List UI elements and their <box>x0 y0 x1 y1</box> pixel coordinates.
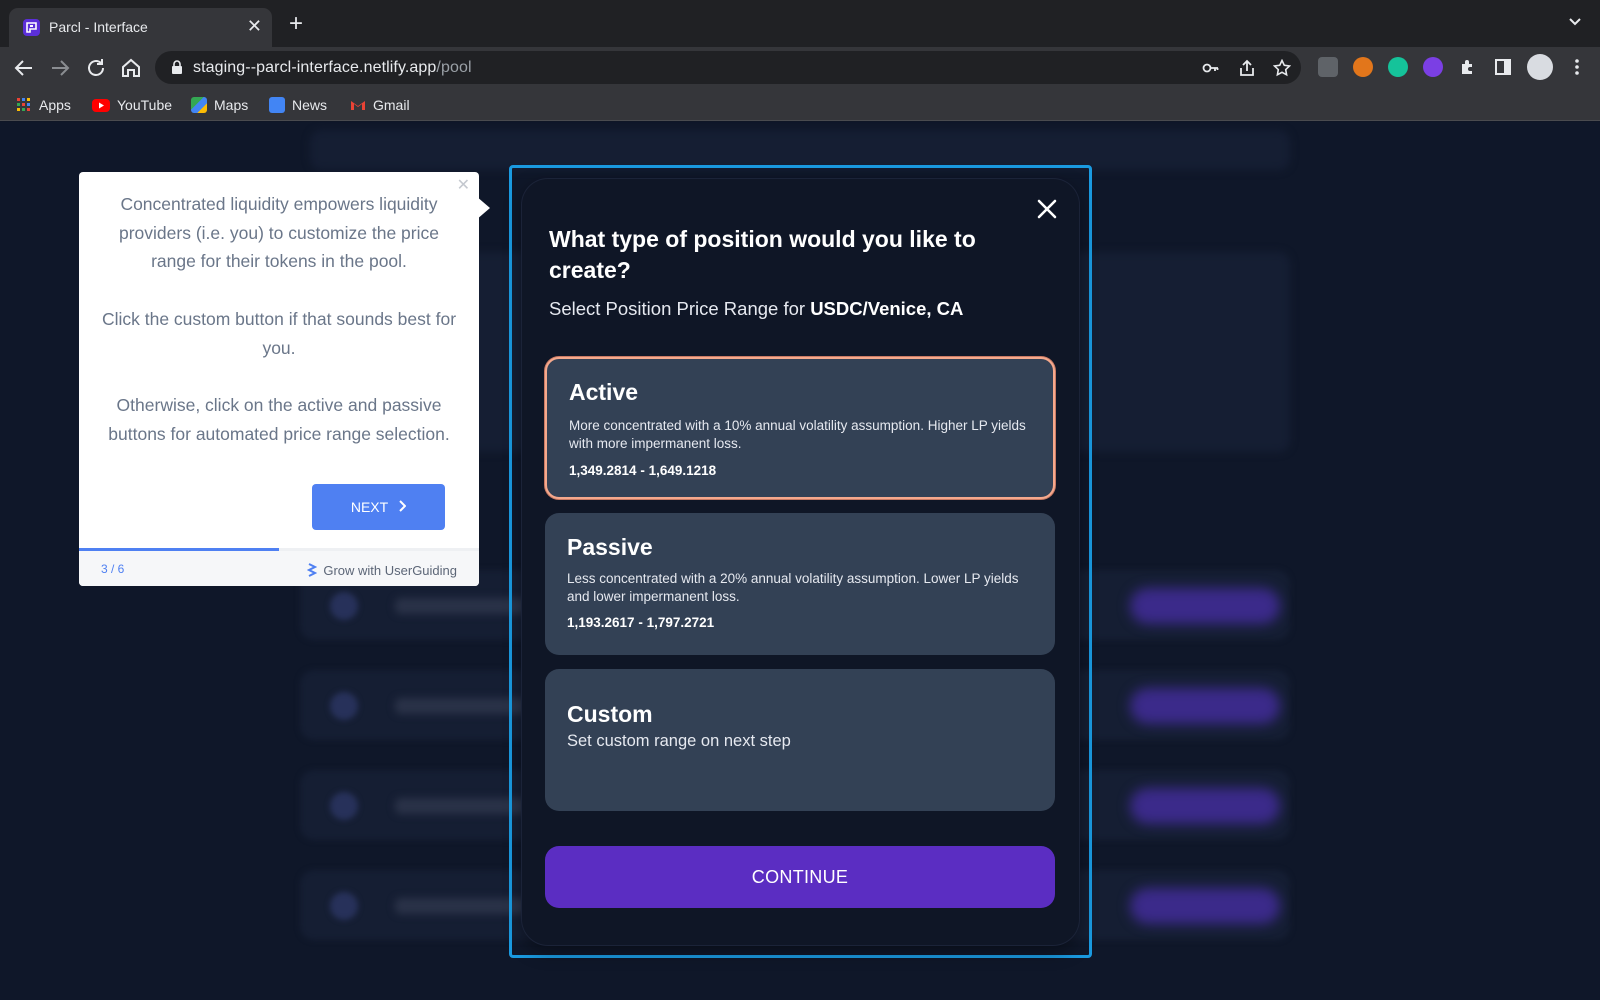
address-bar[interactable]: staging--parcl-interface.netlify.app/poo… <box>155 51 1301 84</box>
reload-icon[interactable] <box>84 56 108 80</box>
browser-tab[interactable]: Parcl - Interface ✕ <box>9 8 272 47</box>
option-price-range: 1,349.2814 - 1,649.1218 <box>569 463 717 478</box>
bookmark-news[interactable]: News <box>269 95 327 115</box>
subtitle-prefix: Select Position Price Range for <box>549 298 811 319</box>
option-active[interactable]: Active More concentrated with a 10% annu… <box>545 357 1055 499</box>
guide-next-button[interactable]: NEXT <box>312 484 445 530</box>
blurred-button <box>1130 688 1280 724</box>
option-passive[interactable]: Passive Less concentrated with a 20% ann… <box>545 513 1055 655</box>
tab-close-icon[interactable]: ✕ <box>247 16 262 36</box>
guide-paragraph: Otherwise, click on the active and passi… <box>108 394 450 444</box>
bookmark-gmail[interactable]: Gmail <box>350 95 410 115</box>
close-icon[interactable] <box>1036 198 1058 220</box>
blurred-token-icon <box>330 892 358 920</box>
bookmark-label: Gmail <box>373 97 410 113</box>
modal-title: What type of position would you like to … <box>549 226 976 283</box>
bookmark-label: Apps <box>39 97 71 113</box>
extension-calendar-icon[interactable] <box>1318 57 1338 77</box>
blurred-header <box>310 130 1290 170</box>
guide-step-counter: 3 / 6 <box>101 562 125 576</box>
new-tab-icon[interactable]: + <box>289 12 303 36</box>
bookmark-label: News <box>292 97 328 113</box>
bookmark-apps[interactable]: Apps <box>16 95 71 115</box>
option-description: Set custom range on next step <box>567 732 791 750</box>
option-name: Custom <box>567 701 653 727</box>
key-icon[interactable] <box>1202 59 1220 77</box>
tab-search-icon[interactable] <box>1568 14 1582 32</box>
blurred-button <box>1130 588 1280 624</box>
option-name: Active <box>569 379 639 405</box>
profile-avatar[interactable] <box>1527 54 1553 80</box>
metamask-fox-icon[interactable] <box>1353 57 1373 77</box>
blurred-button <box>1130 888 1280 924</box>
option-description: More concentrated with a 10% annual vola… <box>569 418 1026 451</box>
continue-button[interactable]: CONTINUE <box>545 846 1055 908</box>
guide-footer: 3 / 6 Grow with UserGuiding <box>79 551 479 586</box>
guide-paragraph: Concentrated liquidity empowers liquidit… <box>119 194 439 272</box>
youtube-icon <box>92 98 110 112</box>
bookmark-star-icon[interactable] <box>1272 58 1292 77</box>
share-icon[interactable] <box>1238 59 1256 77</box>
bookmarks-bar: Apps YouTube Maps News Gmail <box>0 89 1600 121</box>
userguiding-logo-icon <box>307 561 318 580</box>
apps-grid-icon <box>16 97 32 113</box>
back-arrow-icon[interactable] <box>12 56 36 80</box>
parcl-favicon-icon <box>23 19 40 36</box>
browser-tabstrip: Parcl - Interface ✕ + <box>0 0 1600 47</box>
option-description: Less concentrated with a 20% annual vola… <box>567 571 1019 604</box>
option-name: Passive <box>567 534 653 560</box>
url-text: staging--parcl-interface.netlify.app/poo… <box>193 59 472 77</box>
lock-icon <box>171 60 183 79</box>
chevron-right-icon <box>398 499 407 515</box>
option-price-range: 1,193.2617 - 1,797.2721 <box>567 615 715 630</box>
pool-pair-name: USDC/Venice, CA <box>810 298 964 319</box>
guide-body: Concentrated liquidity empowers liquidit… <box>99 190 459 477</box>
gmail-icon <box>350 97 366 113</box>
blurred-token-icon <box>330 792 358 820</box>
blurred-button <box>1130 788 1280 824</box>
url-path: /pool <box>436 59 472 76</box>
userguiding-tooltip: ✕ Concentrated liquidity empowers liquid… <box>79 172 479 586</box>
forward-arrow-icon[interactable] <box>48 56 72 80</box>
extensions-puzzle-icon[interactable] <box>1458 57 1478 77</box>
browser-toolbar: staging--parcl-interface.netlify.app/poo… <box>0 47 1600 89</box>
userguiding-brand-link[interactable]: Grow with UserGuiding <box>307 561 457 580</box>
guide-paragraph: Click the custom button if that sounds b… <box>101 308 457 358</box>
grammarly-icon[interactable] <box>1388 57 1408 77</box>
option-custom[interactable]: Custom Set custom range on next step <box>545 669 1055 811</box>
modal-subtitle: Select Position Price Range for USDC/Ven… <box>549 298 963 320</box>
news-icon <box>269 97 285 113</box>
menu-kebab-icon[interactable] <box>1567 57 1587 77</box>
blurred-token-icon <box>330 692 358 720</box>
bookmark-youtube[interactable]: YouTube <box>92 95 172 115</box>
guide-brand-label: Grow with UserGuiding <box>323 563 457 578</box>
home-icon[interactable] <box>119 56 143 80</box>
maps-icon <box>191 97 207 113</box>
bookmark-label: YouTube <box>117 97 173 113</box>
url-host: staging--parcl-interface.netlify.app <box>193 59 437 76</box>
extension-ghost-icon[interactable] <box>1423 57 1443 77</box>
guide-next-label: NEXT <box>350 499 389 515</box>
bookmark-maps[interactable]: Maps <box>191 95 248 115</box>
blurred-token-icon <box>330 592 358 620</box>
bookmark-label: Maps <box>214 97 249 113</box>
tab-title: Parcl - Interface <box>49 19 148 35</box>
side-panel-icon[interactable] <box>1493 57 1513 77</box>
